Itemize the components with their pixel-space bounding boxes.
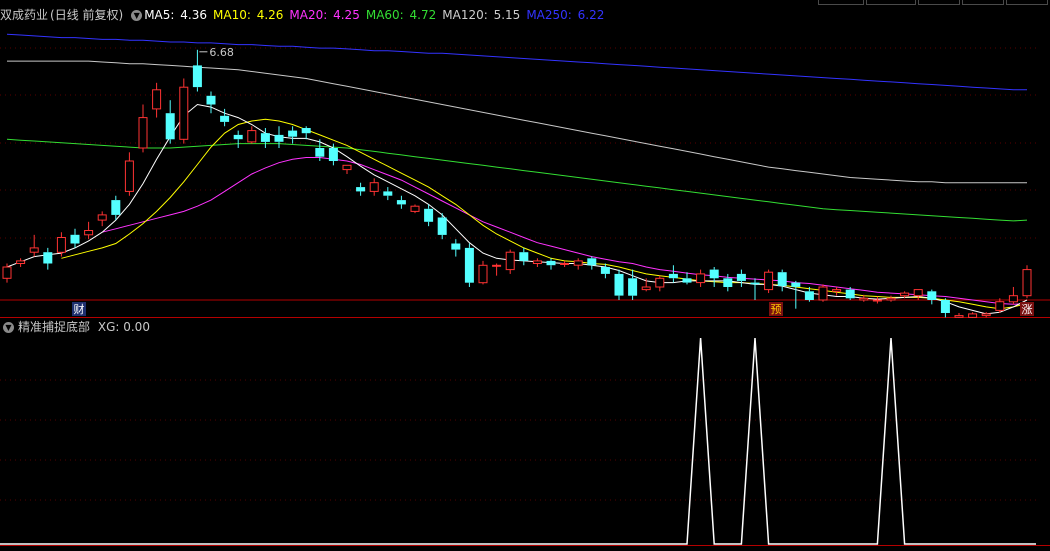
indicator-xg-label: XG:	[97, 320, 120, 334]
indicator-chart[interactable]	[0, 0, 1050, 551]
chevron-down-icon[interactable]: ▼	[3, 322, 14, 333]
indicator-name: 精准捕捉底部	[18, 320, 91, 334]
xg-line	[0, 337, 1036, 545]
bottom-status-strip	[0, 546, 1050, 551]
indicator-header: ▼ 精准捕捉底部 XG: 0.00	[0, 318, 150, 336]
indicator-xg-value: 0.00	[123, 320, 150, 334]
